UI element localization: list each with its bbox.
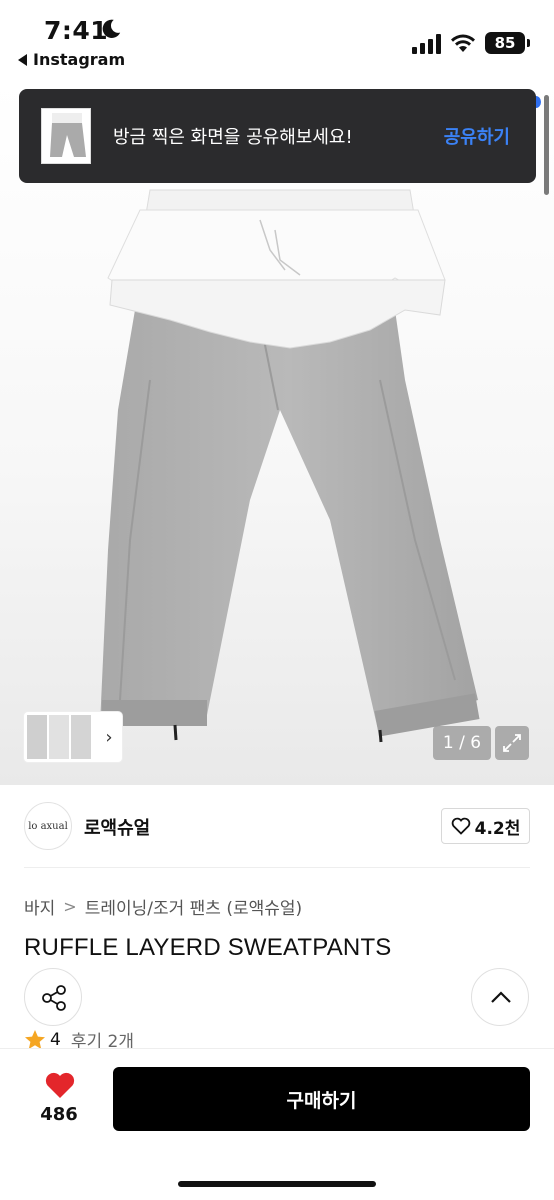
breadcrumb-item[interactable]: 트레이닝/조거 팬츠 (로액슈얼) [85,894,302,919]
share-screenshot-toast[interactable]: 방금 찍은 화면을 공유해보세요! 공유하기 [19,89,536,183]
back-to-app-link[interactable]: Instagram [18,50,125,69]
scrollbar[interactable] [544,95,549,195]
scroll-top-button[interactable] [471,968,529,1026]
share-button[interactable] [24,968,82,1026]
shop-like-button[interactable]: 4.2천 [441,808,530,844]
product-image[interactable] [0,80,554,785]
back-app-label: Instagram [33,50,126,69]
divider [24,867,530,868]
image-counter: 1 / 6 [433,726,491,760]
shop-like-count: 4.2천 [474,818,521,839]
shop-logo[interactable]: lo axual [24,802,72,850]
buy-button[interactable]: 구매하기 [113,1067,530,1131]
product-photo [100,189,480,743]
signal-icon [412,34,441,54]
gallery-thumb[interactable] [71,715,91,759]
home-indicator[interactable] [178,1181,376,1187]
wifi-icon [451,34,475,52]
breadcrumb: 바지 > 트레이닝/조거 팬츠 (로액슈얼) [24,894,302,919]
chevron-up-icon [491,991,511,1003]
back-arrow-icon [18,53,27,66]
expand-icon [503,734,521,752]
toast-message: 방금 찍은 화면을 공유해보세요! [113,127,353,148]
gallery-thumb[interactable] [27,715,47,759]
heart-outline-icon [451,817,470,835]
shop-row: lo axual 로액슈얼 4.2천 [24,802,530,850]
share-icon [42,985,66,1011]
thumbnail-image [50,113,86,157]
product-title: RUFFLE LAYERD SWEATPANTS [24,934,392,961]
battery-indicator: 85 [485,32,530,54]
breadcrumb-separator: > [63,897,77,916]
moon-icon [102,19,121,38]
chevron-right-icon[interactable]: › [99,727,119,748]
gallery-thumbnails[interactable]: › [24,712,122,762]
clock: 7:41 [44,16,109,45]
breadcrumb-item[interactable]: 바지 [24,894,55,919]
rating-value: 4 [50,1029,61,1050]
gallery-thumb[interactable] [49,715,69,759]
heart-filled-icon[interactable] [44,1070,76,1100]
share-action-button[interactable]: 공유하기 [444,123,510,149]
expand-button[interactable] [495,726,529,760]
like-count: 486 [40,1104,78,1125]
shop-name[interactable]: 로액슈얼 [84,814,150,840]
screenshot-thumbnail[interactable] [41,108,91,164]
status-bar: 7:41 Instagram 85 [0,0,554,80]
